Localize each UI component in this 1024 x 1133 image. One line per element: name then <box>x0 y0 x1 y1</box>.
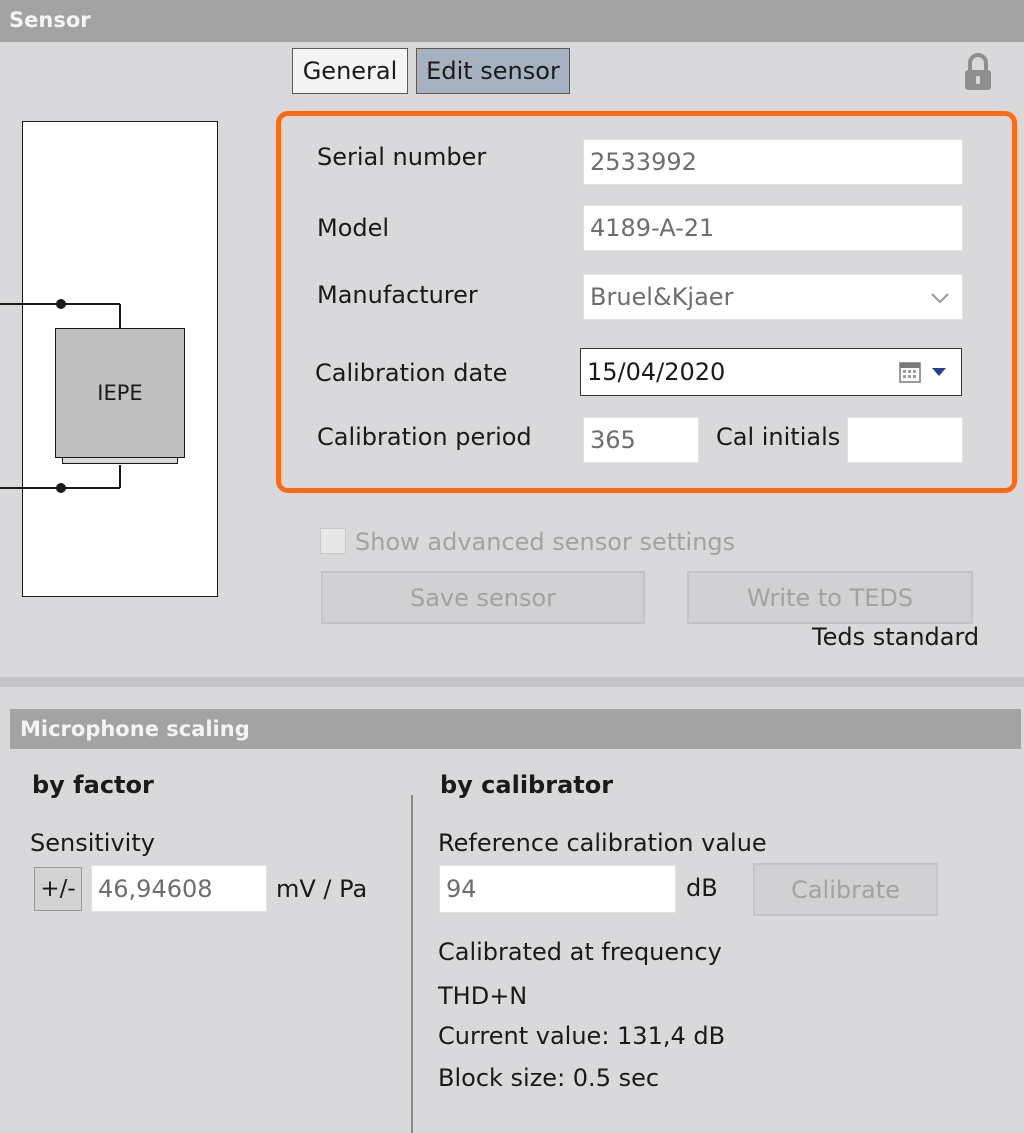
calibrate-button[interactable]: Calibrate <box>753 863 938 916</box>
tab-general[interactable]: General <box>292 48 408 94</box>
show-advanced-checkbox[interactable] <box>320 528 346 554</box>
tab-edit-sensor[interactable]: Edit sensor <box>416 48 570 94</box>
current-value: Current value: 131,4 dB <box>438 1022 726 1050</box>
model-input[interactable]: 4189-A-21 <box>583 205 963 251</box>
sensor-section-header: Sensor <box>0 0 1024 42</box>
model-label: Model <box>317 214 390 242</box>
by-calibrator-title: by calibrator <box>440 771 614 799</box>
calendar-icon[interactable] <box>899 361 921 383</box>
save-sensor-button[interactable]: Save sensor <box>321 571 645 624</box>
calibration-period-label: Calibration period <box>317 423 532 451</box>
calibration-period-input[interactable]: 365 <box>583 417 699 463</box>
show-advanced-label[interactable]: Show advanced sensor settings <box>355 528 735 556</box>
reference-calibration-input[interactable]: 94 <box>439 865 676 913</box>
manufacturer-label: Manufacturer <box>317 281 478 309</box>
iepe-label: IEPE <box>97 381 143 405</box>
calibration-date-input[interactable]: 15/04/2020 <box>580 348 962 396</box>
plus-minus-button[interactable]: +/- <box>34 867 82 911</box>
reference-calibration-value: 94 <box>446 875 477 903</box>
serial-number-value: 2533992 <box>590 148 697 176</box>
sensitivity-value: 46,94608 <box>98 874 213 903</box>
write-to-teds-button[interactable]: Write to TEDS <box>687 571 973 624</box>
sensitivity-label: Sensitivity <box>30 829 155 857</box>
cal-initials-label: Cal initials <box>716 423 841 451</box>
calibrated-at-frequency: Calibrated at frequency <box>438 938 722 966</box>
section-divider <box>0 677 1024 687</box>
dropdown-arrow-icon[interactable] <box>931 367 947 377</box>
model-value: 4189-A-21 <box>590 214 715 242</box>
thd-n: THD+N <box>438 982 528 1010</box>
teds-standard-label: Teds standard <box>812 623 980 651</box>
sensitivity-unit: mV / Pa <box>276 875 368 903</box>
chevron-down-icon <box>931 293 949 304</box>
by-factor-title: by factor <box>32 771 154 799</box>
serial-number-label: Serial number <box>317 143 487 171</box>
calibration-period-value: 365 <box>590 426 636 454</box>
calibration-date-value: 15/04/2020 <box>587 358 726 386</box>
lock-icon[interactable] <box>962 52 994 92</box>
microphone-scaling-header: Microphone scaling <box>10 709 1021 749</box>
reference-unit: dB <box>686 874 718 902</box>
manufacturer-value: Bruel&Kjaer <box>590 283 734 311</box>
serial-number-input[interactable]: 2533992 <box>583 139 963 185</box>
cal-initials-input[interactable] <box>847 417 963 463</box>
calibration-date-label: Calibration date <box>315 359 508 387</box>
scaling-column-divider <box>411 795 413 1133</box>
sensitivity-input[interactable]: 46,94608 <box>91 865 267 912</box>
iepe-box: IEPE <box>55 328 185 458</box>
manufacturer-select[interactable]: Bruel&Kjaer <box>583 274 963 320</box>
block-size: Block size: 0.5 sec <box>438 1064 660 1092</box>
reference-calibration-label: Reference calibration value <box>438 829 767 857</box>
